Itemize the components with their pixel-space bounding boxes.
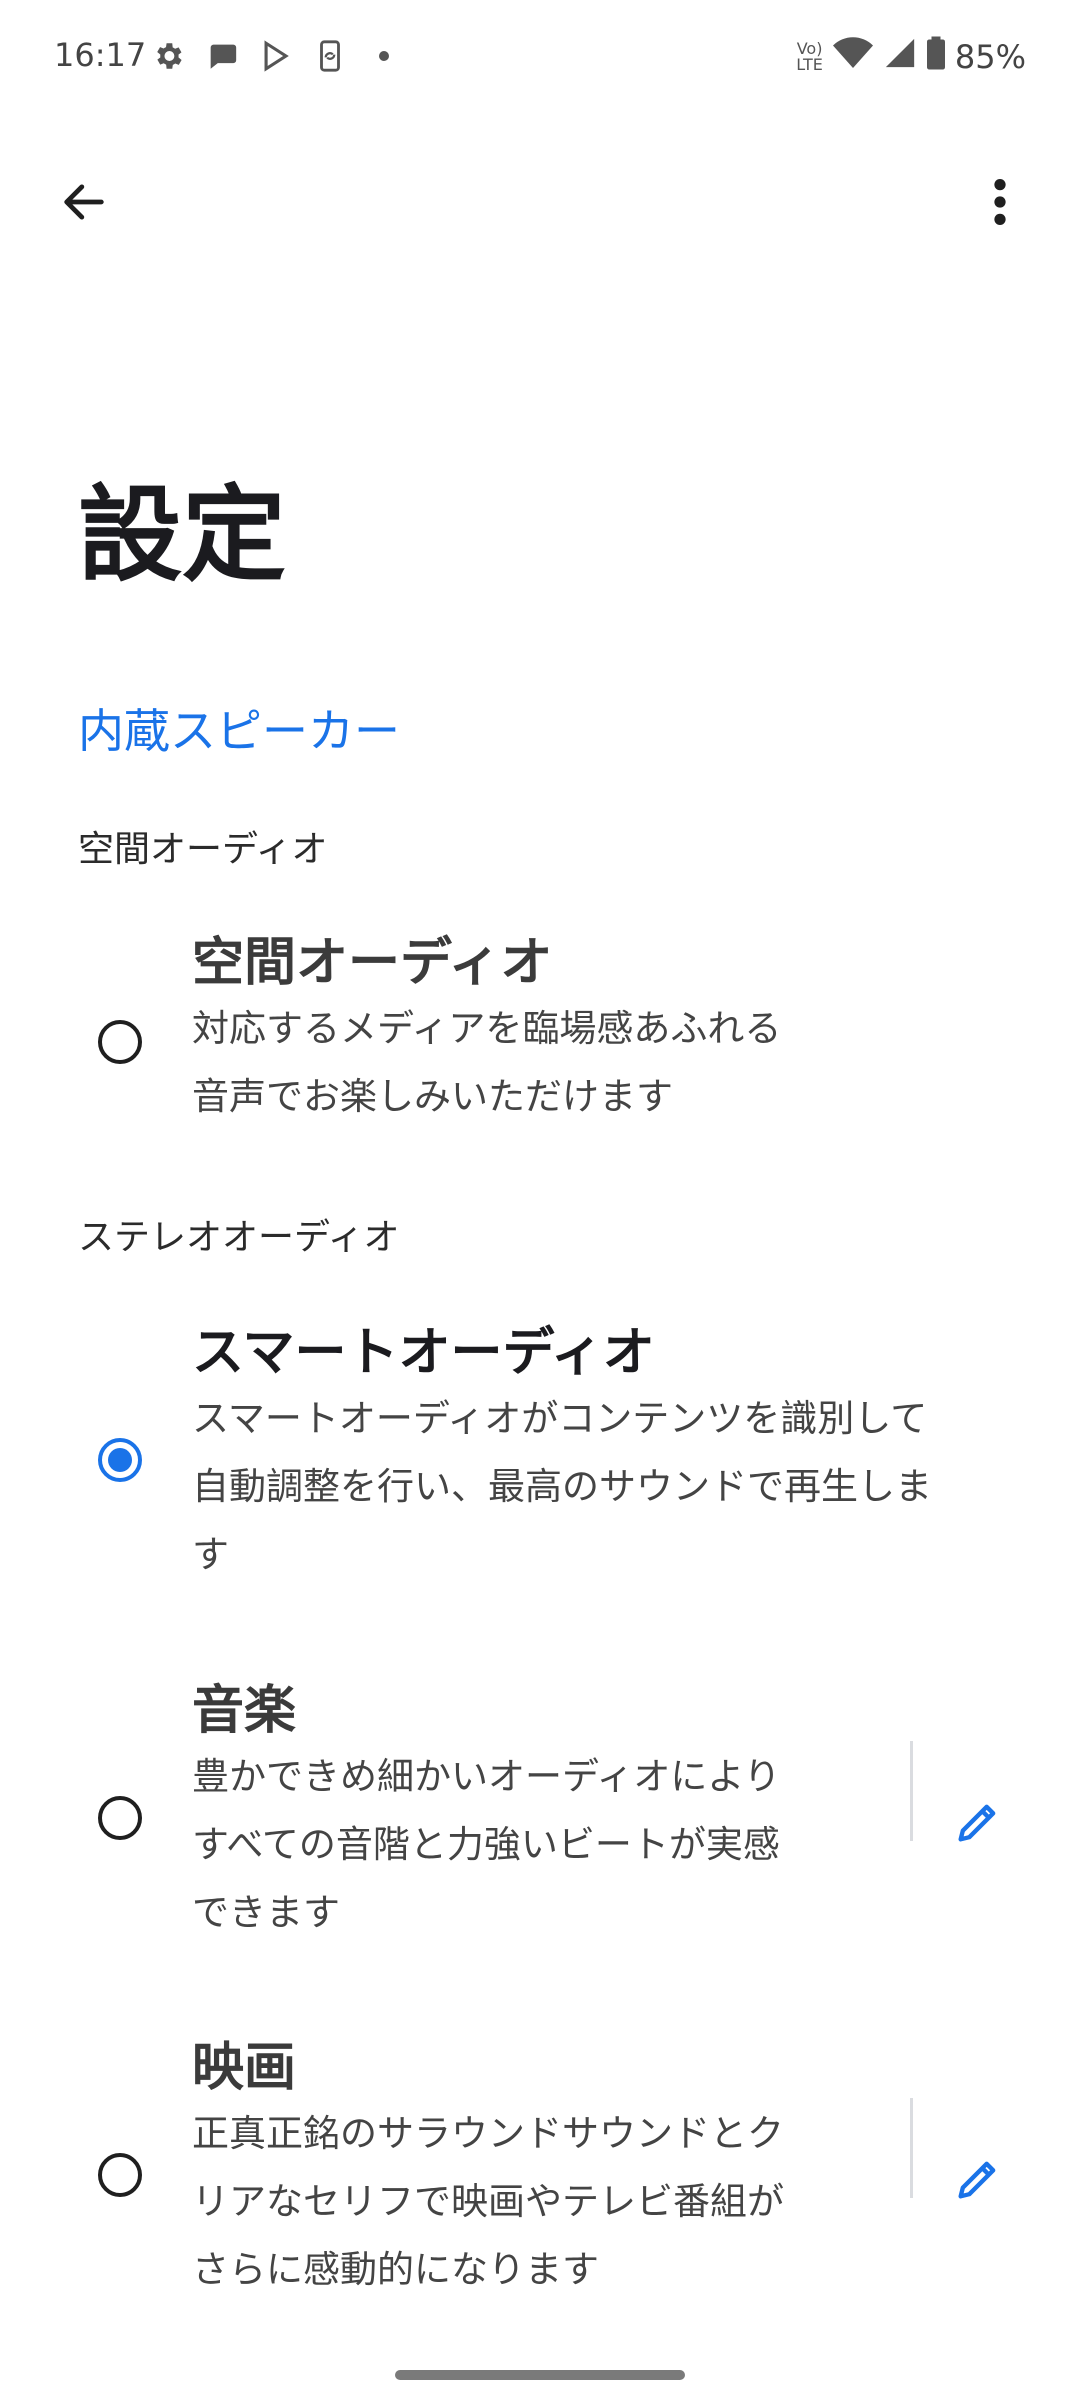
play-store-icon [256,36,296,76]
more-vert-icon [994,179,1006,225]
description-line: 音声でお楽しみいただけます [192,1075,673,1118]
option-title: 空間オーディオ [192,933,553,993]
radio-smart-audio[interactable] [98,1438,142,1482]
radio-movie[interactable] [98,2153,142,2197]
description-line: さらに感動的になります [192,2248,599,2291]
group-label-stereo: ステレオオーディオ [78,1217,400,1258]
radio-spatial-audio[interactable] [98,1020,142,1064]
sync-icon [310,36,350,76]
chat-icon [202,36,242,76]
option-description: 豊かできめ細かいオーディオにより すべての音階と力強いビートが実感 できます [192,1743,882,1947]
option-spatial-audio[interactable]: 空間オーディオ 対応するメディアを臨場感あふれる 音声でお楽しみいただけます [0,900,1080,1130]
edit-pencil-icon [958,1804,996,1842]
description-line: 豊かできめ細かいオーディオにより [192,1755,781,1798]
description-line: できます [192,1891,340,1934]
status-time: 16:17 [54,36,147,74]
back-button[interactable] [52,170,116,234]
page-title: 設定 [78,474,287,596]
gesture-nav-handle[interactable] [395,2370,685,2380]
option-title: 音楽 [192,1681,297,1741]
vertical-divider [910,2098,913,2198]
battery-icon [926,36,945,78]
description-line: リアなセリフで映画やテレビ番組が [192,2180,784,2223]
radio-music[interactable] [98,1796,142,1840]
description-line: 正真正銘のサラウンドサウンドとク [192,2112,784,2155]
option-movie[interactable]: 映画 正真正銘のサラウンドサウンドとク リアなセリフで映画やテレビ番組が さらに… [0,2005,1080,2305]
wifi-icon [832,36,873,78]
edit-movie-button[interactable] [944,2145,1012,2213]
option-music[interactable]: 音楽 豊かできめ細かいオーディオにより すべての音階と力強いビートが実感 できま… [0,1648,1080,1948]
option-title: 映画 [192,2038,297,2098]
option-smart-audio[interactable]: スマートオーディオ スマートオーディオがコンテンツを識別して 自動調整を行い、最… [0,1290,1080,1590]
section-header: 内蔵スピーカー [78,704,400,758]
description-line: すべての音階と力強いビートが実感 [192,1823,780,1866]
arrow-back-icon [64,184,104,220]
vertical-divider [910,1741,913,1841]
more-options-button[interactable] [968,170,1032,234]
option-description: 正真正銘のサラウンドサウンドとク リアなセリフで映画やテレビ番組が さらに感動的… [192,2100,882,2304]
option-description: 対応するメディアを臨場感あふれる 音声でお楽しみいただけます [192,995,882,1131]
group-label-spatial: 空間オーディオ [78,829,328,870]
option-description: スマートオーディオがコンテンツを識別して 自動調整を行い、最高のサウンドで再生し… [192,1385,1022,1589]
battery-percent: 85% [954,38,1026,76]
gear-icon [148,36,188,76]
description-line: 対応するメディアを臨場感あふれる [192,1007,782,1050]
description-line: スマートオーディオがコンテンツを識別して [192,1397,928,1440]
edit-music-button[interactable] [944,1788,1012,1856]
edit-pencil-icon [958,2161,996,2199]
volte-icon: Vo) LTE [796,39,823,74]
cell-signal-icon [883,36,917,78]
description-line: 自動調整を行い、最高のサウンドで再生しま [192,1465,932,1508]
option-title: スマートオーディオ [192,1323,655,1383]
description-line: す [192,1533,229,1576]
status-right: Vo) LTE 85% [796,36,1026,78]
dot-icon [364,36,404,76]
